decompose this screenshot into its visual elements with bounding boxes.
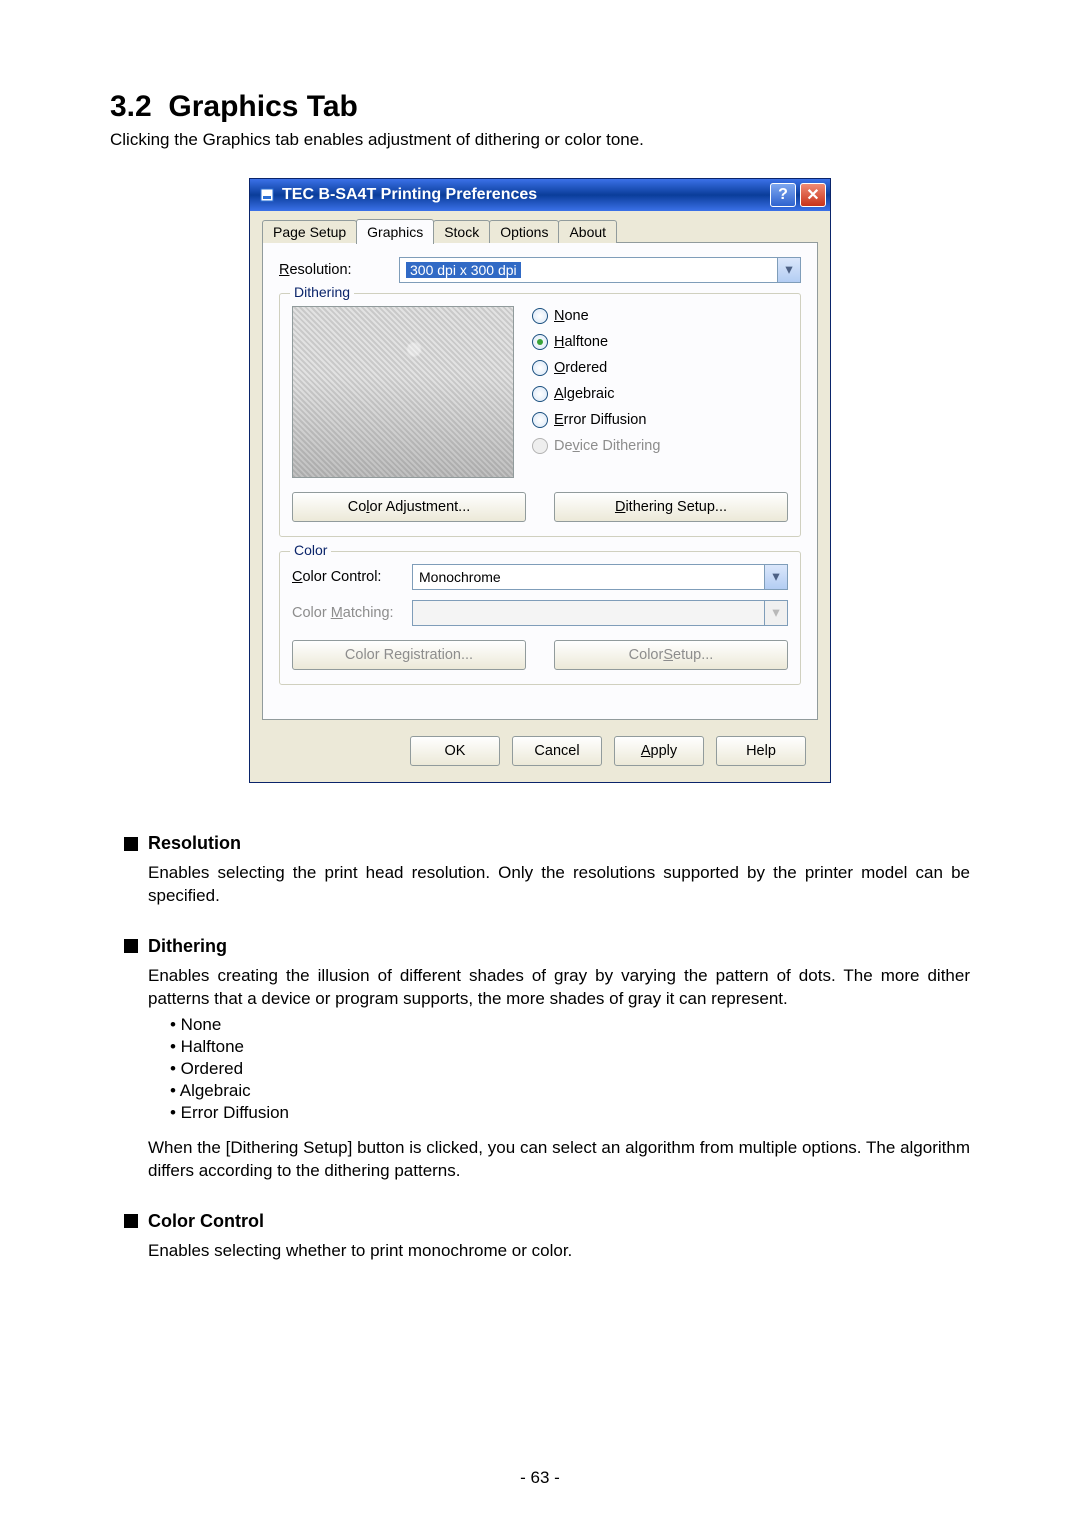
- resolution-text: Enables selecting the print head resolut…: [148, 862, 970, 908]
- dithering-radio-halftone[interactable]: Halftone: [532, 334, 660, 350]
- dithering-bullet: • Halftone: [170, 1037, 970, 1057]
- dithering-legend: Dithering: [290, 284, 354, 300]
- apply-button[interactable]: Apply: [614, 736, 704, 766]
- color-setup-button: Color Setup...: [554, 640, 788, 670]
- tab-about[interactable]: About: [558, 220, 617, 243]
- square-bullet-icon: [124, 837, 138, 851]
- color-control-select[interactable]: Monochrome ▾: [412, 564, 788, 590]
- dithering-preview-image: [292, 306, 514, 478]
- tab-stock[interactable]: Stock: [433, 220, 490, 243]
- dialog-footer: OK Cancel Apply Help: [262, 720, 818, 766]
- tab-strip: Page Setup Graphics Stock Options About: [262, 217, 818, 243]
- color-control-label: Color Control:: [292, 569, 412, 585]
- app-icon: [258, 186, 276, 204]
- color-matching-label: Color Matching:: [292, 605, 412, 621]
- section-intro: Clicking the Graphics tab enables adjust…: [110, 130, 970, 150]
- dithering-radio-none[interactable]: None: [532, 308, 660, 324]
- color-control-text: Enables selecting whether to print monoc…: [148, 1240, 970, 1263]
- dithering-bullet: • Error Diffusion: [170, 1103, 970, 1123]
- ok-button[interactable]: OK: [410, 736, 500, 766]
- dithering-bullet: • None: [170, 1015, 970, 1035]
- color-adjustment-button[interactable]: Color Adjustment...: [292, 492, 526, 522]
- color-control-heading: Color Control: [124, 1211, 970, 1232]
- chevron-down-icon[interactable]: ▾: [765, 564, 788, 590]
- printing-preferences-dialog: TEC B-SA4T Printing Preferences ? ✕ Page…: [249, 178, 831, 783]
- dithering-bullet: • Algebraic: [170, 1081, 970, 1101]
- square-bullet-icon: [124, 939, 138, 953]
- help-button[interactable]: Help: [716, 736, 806, 766]
- cancel-button[interactable]: Cancel: [512, 736, 602, 766]
- chevron-down-icon[interactable]: ▾: [778, 257, 801, 283]
- square-bullet-icon: [124, 1214, 138, 1228]
- section-heading: 3.2 Graphics Tab: [110, 90, 970, 124]
- dithering-setup-button[interactable]: Dithering Setup...: [554, 492, 788, 522]
- titlebar-help-button[interactable]: ?: [770, 183, 796, 207]
- dithering-group: Dithering NoneHalftoneOrderedAlgebraicEr…: [279, 293, 801, 537]
- dithering-bullet: • Ordered: [170, 1059, 970, 1079]
- graphics-tab-pane: Resolution: 300 dpi x 300 dpi ▾ Ditherin…: [262, 242, 818, 720]
- dithering-radio-ordered[interactable]: Ordered: [532, 360, 660, 376]
- dithering-text-2: When the [Dithering Setup] button is cli…: [148, 1137, 970, 1183]
- chevron-down-icon: ▾: [765, 600, 788, 626]
- dithering-radio-algebraic[interactable]: Algebraic: [532, 386, 660, 402]
- color-matching-select: ▾: [412, 600, 788, 626]
- resolution-select[interactable]: 300 dpi x 300 dpi ▾: [399, 257, 801, 283]
- resolution-label: Resolution:: [279, 262, 399, 278]
- titlebar-close-button[interactable]: ✕: [800, 183, 826, 207]
- dithering-radio-error-diffusion[interactable]: Error Diffusion: [532, 412, 660, 428]
- dithering-text: Enables creating the illusion of differe…: [148, 965, 970, 1011]
- tab-options[interactable]: Options: [489, 220, 559, 243]
- color-legend: Color: [290, 542, 331, 558]
- color-group: Color Color Control: Monochrome ▾: [279, 551, 801, 685]
- page-number: - 63 -: [0, 1468, 1080, 1488]
- resolution-heading: Resolution: [124, 833, 970, 854]
- window-title: TEC B-SA4T Printing Preferences: [282, 186, 766, 204]
- color-registration-button: Color Registration...: [292, 640, 526, 670]
- dithering-radio-device-dithering: Device Dithering: [532, 438, 660, 454]
- dithering-heading: Dithering: [124, 936, 970, 957]
- tab-graphics[interactable]: Graphics: [356, 219, 434, 244]
- tab-page-setup[interactable]: Page Setup: [262, 220, 357, 243]
- titlebar[interactable]: TEC B-SA4T Printing Preferences ? ✕: [250, 179, 830, 211]
